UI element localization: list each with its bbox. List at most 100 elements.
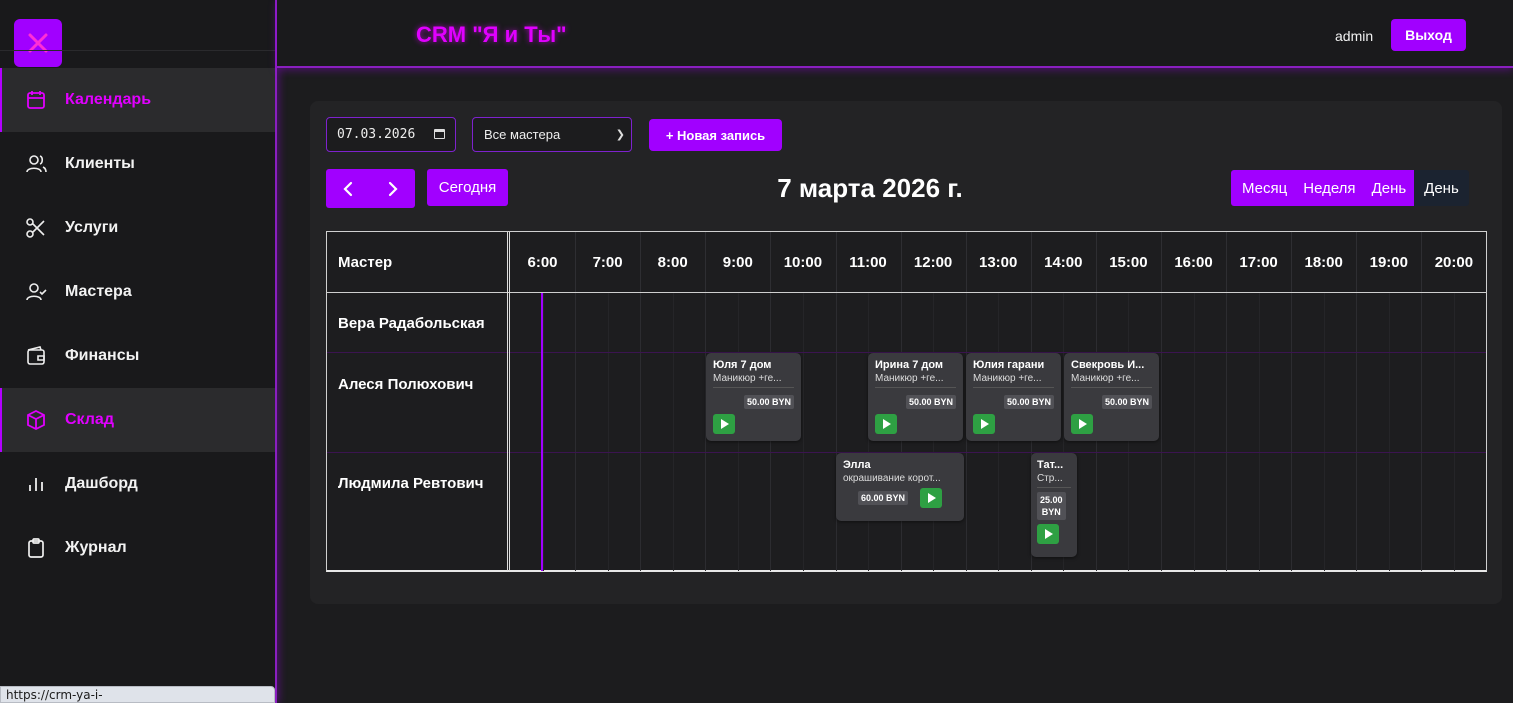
username: admin <box>1335 28 1374 44</box>
calendar-title: 7 марта 2026 г. <box>777 173 963 203</box>
date-picker-icon[interactable] <box>434 129 445 139</box>
appointment-price: 50.00 BYN <box>1101 395 1152 409</box>
next-button[interactable] <box>371 169 416 208</box>
appointment-service: Маникюр +ге... <box>973 373 1054 388</box>
sidebar-item-finance[interactable]: Финансы <box>0 324 275 388</box>
sidebar-nav: Календарь Клиенты Услуги Мастера Финансы… <box>0 68 275 580</box>
wallet-icon <box>25 345 47 367</box>
appointment-card[interactable]: Тат... Стр... 25.00 BYN <box>1031 453 1077 557</box>
chevron-down-icon: ❯ <box>615 129 625 141</box>
sidebar-item-services[interactable]: Услуги <box>0 196 275 260</box>
hour-label: 10:00 <box>783 254 823 271</box>
sidebar-item-calendar[interactable]: Календарь <box>0 68 275 132</box>
master-name: Вера Радабольская <box>338 315 485 332</box>
sidebar-item-warehouse[interactable]: Склад <box>0 388 275 452</box>
hour-label: 20:00 <box>1434 254 1474 271</box>
brand-title: CRM "Я и Ты" <box>416 22 567 47</box>
appointment-price: 25.00 BYN <box>1037 492 1066 520</box>
sidebar-item-label: Дашборд <box>65 475 138 492</box>
bar-chart-icon <box>25 473 47 495</box>
users-icon <box>25 153 47 175</box>
appointment-price: 50.00 BYN <box>905 395 956 409</box>
hour-label: 6:00 <box>527 254 558 271</box>
sidebar-divider <box>0 50 275 51</box>
play-icon <box>883 419 891 429</box>
master-select[interactable]: Все мастера ❯ <box>472 117 632 152</box>
view-day-button[interactable]: День <box>1363 170 1415 206</box>
column-divider <box>507 232 510 571</box>
start-appointment-button[interactable] <box>973 414 995 434</box>
grid-header: Мастер 6:00 7:00 8:00 9:00 10:00 11:00 12:00 13… <box>327 232 1486 293</box>
play-icon <box>1045 529 1053 539</box>
period-nav <box>326 169 415 208</box>
hour-label: 19:00 <box>1369 254 1408 271</box>
sidebar-item-clients[interactable]: Клиенты <box>0 132 275 196</box>
sidebar-item-label: Мастера <box>65 283 132 300</box>
master-name: Алеся Полюхович <box>338 376 474 393</box>
master-name: Людмила Ревтович <box>338 475 484 492</box>
sidebar-item-label: Календарь <box>65 91 152 108</box>
sidebar-item-masters[interactable]: Мастера <box>0 260 275 324</box>
new-appointment-button[interactable]: + Новая запись <box>649 119 782 151</box>
sidebar: Календарь Клиенты Услуги Мастера Финансы… <box>0 0 277 703</box>
master-column-header: Мастер <box>338 254 393 271</box>
play-icon <box>1079 419 1087 429</box>
hour-label: 11:00 <box>849 254 887 271</box>
hour-label: 18:00 <box>1304 254 1343 271</box>
today-button[interactable]: Сегодня <box>427 169 508 206</box>
prev-button[interactable] <box>326 169 371 208</box>
calendar-icon <box>25 89 47 111</box>
chevron-left-icon <box>343 181 353 196</box>
sidebar-item-label: Клиенты <box>65 155 135 172</box>
appointment-service: Маникюр +ге... <box>1071 373 1152 388</box>
start-appointment-button[interactable] <box>875 414 897 434</box>
appointment-client: Ирина 7 дом <box>875 359 944 371</box>
sidebar-item-dashboard[interactable]: Дашборд <box>0 452 275 516</box>
appointment-client: Свекровь И... <box>1071 359 1145 371</box>
play-icon <box>981 419 989 429</box>
box-icon <box>25 409 47 431</box>
master-select-value: Все мастера <box>484 127 561 142</box>
start-appointment-button[interactable] <box>920 488 943 508</box>
top-header: CRM "Я и Ты" admin Выход <box>277 0 1513 68</box>
master-row: Вера Радабольская <box>327 293 1486 353</box>
view-month-button[interactable]: Месяц <box>1231 170 1296 206</box>
sidebar-item-label: Склад <box>65 411 114 428</box>
appointment-card[interactable]: Юля 7 дом Маникюр +ге... 50.00 BYN <box>706 353 801 441</box>
sidebar-item-journal[interactable]: Журнал <box>0 516 275 580</box>
hour-label: 7:00 <box>592 254 623 271</box>
appointment-card[interactable]: Свекровь И... Маникюр +ге... 50.00 BYN <box>1064 353 1159 441</box>
appointment-price: 50.00 BYN <box>1003 395 1054 409</box>
user-check-icon <box>25 281 47 303</box>
appointment-client: Юля 7 дом <box>713 359 772 371</box>
hour-label: 12:00 <box>913 254 953 271</box>
date-value: 07.03.2026 <box>337 127 416 142</box>
clipboard-icon <box>25 537 47 559</box>
view-day-active-button[interactable]: День <box>1414 170 1469 206</box>
sidebar-item-label: Услуги <box>65 219 119 236</box>
start-appointment-button[interactable] <box>1071 414 1093 434</box>
appointment-card[interactable]: Юлия гарани Маникюр +ге... 50.00 BYN <box>966 353 1061 441</box>
price-currency: BYN <box>1041 507 1061 517</box>
date-input[interactable]: 07.03.2026 <box>326 117 456 152</box>
view-week-button[interactable]: Неделя <box>1295 170 1364 206</box>
view-switcher: Месяц Неделя День День <box>1231 170 1469 206</box>
appointment-client: Тат... <box>1037 459 1064 471</box>
hour-label: 8:00 <box>657 254 688 271</box>
sidebar-item-label: Журнал <box>65 539 127 556</box>
logout-button[interactable]: Выход <box>1391 19 1466 51</box>
sidebar-item-label: Финансы <box>65 347 140 364</box>
hour-label: 14:00 <box>1044 254 1083 271</box>
play-icon <box>928 493 937 503</box>
price-amount: 25.00 <box>1040 495 1063 505</box>
hour-label: 16:00 <box>1174 254 1213 271</box>
start-appointment-button[interactable] <box>713 414 735 434</box>
appointment-service: Стр... <box>1037 473 1071 488</box>
close-menu-button[interactable] <box>14 19 62 67</box>
start-appointment-button[interactable] <box>1037 524 1059 544</box>
hour-label: 9:00 <box>722 254 753 271</box>
calendar-card: 07.03.2026 Все мастера ❯ + Новая запись … <box>310 101 1502 604</box>
appointment-card[interactable]: Ирина 7 дом Маникюр +ге... 50.00 BYN <box>868 353 963 441</box>
appointment-card[interactable]: Элла окрашивание корот... 60.00 BYN <box>836 453 964 521</box>
current-time-line <box>541 293 543 571</box>
